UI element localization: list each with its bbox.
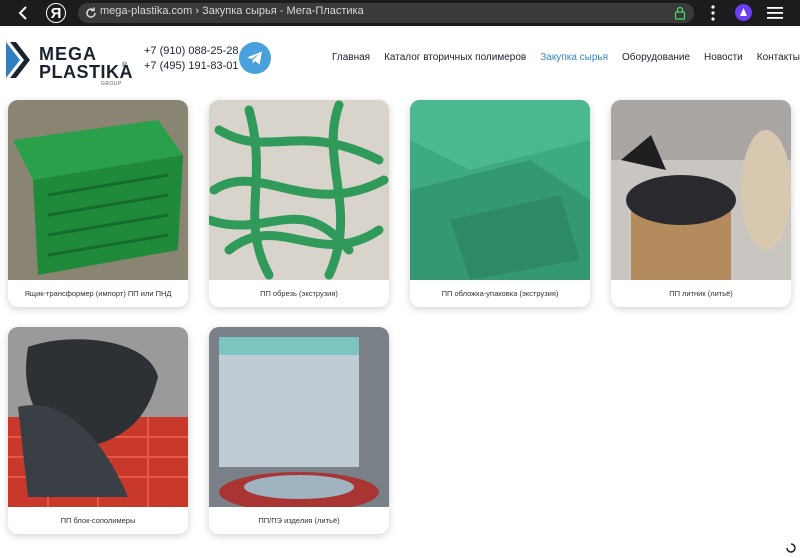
nav-item-contacts[interactable]: Контакты bbox=[757, 52, 800, 63]
product-card[interactable]: ПП блок-сополимеры bbox=[8, 327, 188, 534]
browser-toolbar: Я mega-plastika.com › Закупка сырья - Ме… bbox=[0, 0, 800, 26]
nav-item-equipment[interactable]: Оборудование bbox=[622, 52, 690, 63]
product-card[interactable]: ПП литник (литьё) bbox=[611, 100, 791, 307]
product-card[interactable]: ПП/ПЭ изделия (литьё) bbox=[209, 327, 389, 534]
hamburger-menu-icon[interactable] bbox=[767, 6, 783, 20]
more-options-icon[interactable] bbox=[709, 4, 717, 22]
phone-link-1[interactable]: +7 (910) 088-25-28 bbox=[144, 44, 238, 59]
logo-text-group: GROUP bbox=[101, 81, 122, 87]
product-caption: ПП блок-сополимеры bbox=[60, 516, 136, 525]
product-caption: Ящик-трансформер (импорт) ПП или ПНД bbox=[24, 289, 172, 298]
phone-link-2[interactable]: +7 (495) 191-83-01 bbox=[144, 59, 238, 74]
product-card[interactable]: ПП обрезь (экструзия) bbox=[209, 100, 389, 307]
alice-assistant-icon[interactable] bbox=[735, 4, 752, 21]
nav-item-purchase[interactable]: Закупка сырья bbox=[540, 52, 608, 63]
loading-spinner-icon bbox=[786, 543, 796, 553]
logo-registered: ® bbox=[122, 62, 128, 69]
product-card[interactable]: ПП обложка-упаковка (экструзия) bbox=[410, 100, 590, 307]
url-text: mega-plastika.com › Закупка сырья - Мега… bbox=[100, 5, 364, 17]
reload-icon[interactable] bbox=[84, 6, 98, 20]
product-caption: ПП обложка-упаковка (экструзия) bbox=[441, 289, 559, 298]
product-caption: ПП обрезь (экструзия) bbox=[260, 289, 338, 298]
address-bar[interactable]: mega-plastika.com › Закупка сырья - Мега… bbox=[78, 3, 694, 23]
back-icon[interactable] bbox=[14, 4, 32, 22]
logo-text-plastika: PLASTIKA bbox=[39, 62, 133, 82]
product-caption: ПП литник (литьё) bbox=[669, 289, 733, 298]
logo-mark-icon bbox=[6, 42, 30, 78]
nav-item-home[interactable]: Главная bbox=[332, 52, 370, 63]
nav-item-news[interactable]: Новости bbox=[704, 52, 743, 63]
product-image bbox=[8, 100, 188, 280]
telegram-icon[interactable] bbox=[239, 42, 271, 74]
product-image bbox=[209, 327, 389, 507]
phone-list: +7 (910) 088-25-28 +7 (495) 191-83-01 bbox=[144, 44, 238, 74]
product-caption: ПП/ПЭ изделия (литьё) bbox=[258, 516, 340, 525]
product-image bbox=[8, 327, 188, 507]
product-image bbox=[611, 100, 791, 280]
site-header: MEGA PLASTIKA ® GROUP +7 (910) 088-25-28… bbox=[0, 26, 800, 98]
yandex-logo-icon[interactable]: Я bbox=[46, 3, 66, 23]
main-nav: Главная Каталог вторичных полимеров Заку… bbox=[332, 52, 800, 63]
nav-item-catalog[interactable]: Каталог вторичных полимеров bbox=[384, 52, 526, 63]
lock-icon[interactable] bbox=[674, 6, 686, 20]
product-image bbox=[209, 100, 389, 280]
product-image bbox=[410, 100, 590, 280]
product-card[interactable]: Ящик-трансформер (импорт) ПП или ПНД bbox=[8, 100, 188, 307]
site-logo[interactable]: MEGA PLASTIKA ® GROUP bbox=[6, 42, 134, 87]
